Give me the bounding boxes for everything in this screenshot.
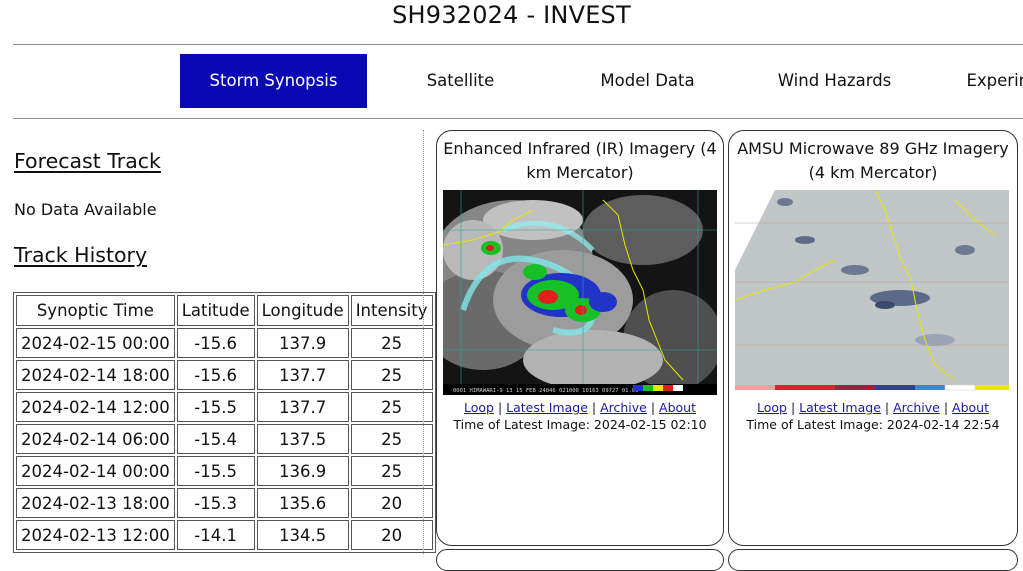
link-separator: | xyxy=(650,400,660,415)
cell-intensity: 25 xyxy=(350,360,433,390)
cell-intensity: 20 xyxy=(350,520,433,550)
table-row: 2024-02-14 18:00 -15.6 137.7 25 xyxy=(16,360,433,390)
link-separator: | xyxy=(943,400,953,415)
cell-longitude: 137.7 xyxy=(256,392,349,422)
link-separator: | xyxy=(884,400,894,415)
cell-synoptic-time: 2024-02-13 18:00 xyxy=(16,488,175,518)
mw-card-title: AMSU Microwave 89 GHz Imagery (4 km Merc… xyxy=(737,139,1009,182)
cell-longitude: 137.9 xyxy=(256,328,349,358)
cell-latitude: -15.5 xyxy=(176,456,255,486)
tab-wind-hazards[interactable]: Wind Hazards xyxy=(741,54,928,108)
header-divider xyxy=(13,44,1023,45)
track-history-table: Synoptic Time Latitude Longitude Intensi… xyxy=(13,292,436,553)
ir-loop-link[interactable]: Loop xyxy=(464,400,494,415)
mw-about-link[interactable]: About xyxy=(952,400,989,415)
column-header-longitude: Longitude xyxy=(256,295,349,326)
ir-archive-link[interactable]: Archive xyxy=(600,400,647,415)
page-title: SH932024 - INVEST xyxy=(392,1,631,29)
cell-longitude: 135.6 xyxy=(256,488,349,518)
cell-synoptic-time: 2024-02-15 00:00 xyxy=(16,328,175,358)
cell-intensity: 20 xyxy=(350,488,433,518)
ir-imagery-card: Enhanced Infrared (IR) Imagery (4 km Mer… xyxy=(436,130,724,546)
table-header-row: Synoptic Time Latitude Longitude Intensi… xyxy=(16,295,433,326)
column-header-latitude: Latitude xyxy=(176,295,255,326)
cell-longitude: 136.9 xyxy=(256,456,349,486)
cell-intensity: 25 xyxy=(350,328,433,358)
next-card-stub xyxy=(728,549,1018,571)
next-card-stub xyxy=(436,549,724,571)
tab-bar: Storm Synopsis Satellite Model Data Wind… xyxy=(180,54,1023,108)
column-header-synoptic-time: Synoptic Time xyxy=(16,295,175,326)
mw-card-links: Loop | Latest Image | Archive | About xyxy=(729,400,1017,415)
cell-latitude: -15.6 xyxy=(176,328,255,358)
cell-latitude: -15.3 xyxy=(176,488,255,518)
forecast-track-heading: Forecast Track xyxy=(14,149,161,173)
tab-model-data[interactable]: Model Data xyxy=(554,54,741,108)
ir-latest-time: Time of Latest Image: 2024-02-15 02:10 xyxy=(453,417,707,432)
ir-image-caption: 0001 HIMAWARI-9 13 15 FEB 24046 021000 1… xyxy=(453,388,638,394)
mw-latest-image-link[interactable]: Latest Image xyxy=(799,400,881,415)
cell-synoptic-time: 2024-02-14 18:00 xyxy=(16,360,175,390)
cell-synoptic-time: 2024-02-13 12:00 xyxy=(16,520,175,550)
cell-longitude: 134.5 xyxy=(256,520,349,550)
ir-latest-image-link[interactable]: Latest Image xyxy=(506,400,588,415)
track-history-heading: Track History xyxy=(14,243,148,267)
table-row: 2024-02-14 00:00 -15.5 136.9 25 xyxy=(16,456,433,486)
table-row: 2024-02-13 18:00 -15.3 135.6 20 xyxy=(16,488,433,518)
cell-latitude: -15.6 xyxy=(176,360,255,390)
ir-satellite-image[interactable]: 0001 HIMAWARI-9 13 15 FEB 24046 021000 1… xyxy=(443,190,717,395)
cell-synoptic-time: 2024-02-14 06:00 xyxy=(16,424,175,454)
mw-archive-link[interactable]: Archive xyxy=(893,400,940,415)
column-divider xyxy=(423,130,424,554)
cell-longitude: 137.5 xyxy=(256,424,349,454)
microwave-imagery-card: AMSU Microwave 89 GHz Imagery (4 km Merc… xyxy=(728,130,1018,546)
link-separator: | xyxy=(790,400,800,415)
cell-synoptic-time: 2024-02-14 12:00 xyxy=(16,392,175,422)
ir-card-links: Loop | Latest Image | Archive | About xyxy=(437,400,723,415)
ir-card-title: Enhanced Infrared (IR) Imagery (4 km Mer… xyxy=(443,139,717,182)
ir-about-link[interactable]: About xyxy=(659,400,696,415)
cell-longitude: 137.7 xyxy=(256,360,349,390)
no-data-message: No Data Available xyxy=(14,200,157,219)
cell-synoptic-time: 2024-02-14 00:00 xyxy=(16,456,175,486)
link-separator: | xyxy=(591,400,601,415)
cell-intensity: 25 xyxy=(350,392,433,422)
tab-storm-synopsis[interactable]: Storm Synopsis xyxy=(180,54,367,108)
mw-satellite-image[interactable] xyxy=(735,190,1009,395)
table-row: 2024-02-14 12:00 -15.5 137.7 25 xyxy=(16,392,433,422)
cell-latitude: -15.4 xyxy=(176,424,255,454)
mw-loop-link[interactable]: Loop xyxy=(757,400,787,415)
table-row: 2024-02-15 00:00 -15.6 137.9 25 xyxy=(16,328,433,358)
tabs-divider xyxy=(13,118,1023,119)
table-row: 2024-02-14 06:00 -15.4 137.5 25 xyxy=(16,424,433,454)
cell-latitude: -15.5 xyxy=(176,392,255,422)
table-row: 2024-02-13 12:00 -14.1 134.5 20 xyxy=(16,520,433,550)
cell-latitude: -14.1 xyxy=(176,520,255,550)
cell-intensity: 25 xyxy=(350,456,433,486)
mw-latest-time: Time of Latest Image: 2024-02-14 22:54 xyxy=(746,417,1000,432)
tab-experimental[interactable]: Experimental xyxy=(928,54,1023,108)
column-header-intensity: Intensity xyxy=(350,295,433,326)
cell-intensity: 25 xyxy=(350,424,433,454)
link-separator: | xyxy=(497,400,507,415)
tab-satellite[interactable]: Satellite xyxy=(367,54,554,108)
